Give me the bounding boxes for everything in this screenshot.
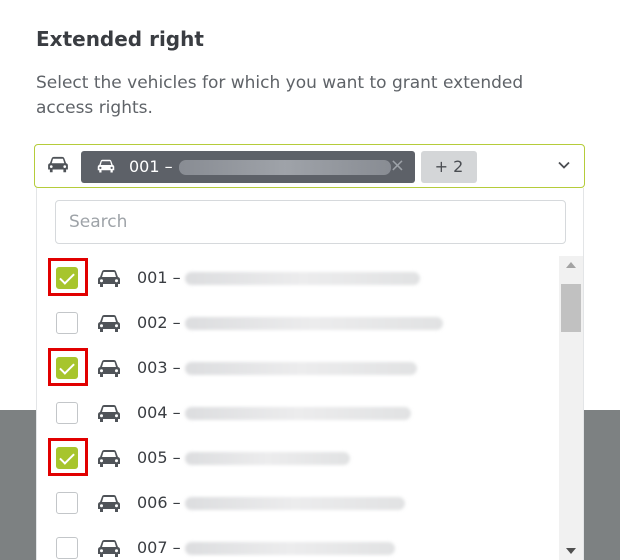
vehicle-label: 002 – xyxy=(137,313,181,332)
vehicle-select[interactable]: 001 – × + 2 xyxy=(34,144,585,188)
vehicle-label: 005 – xyxy=(137,448,181,467)
vehicle-label: 006 – xyxy=(137,493,181,512)
list-item[interactable]: 006 – xyxy=(37,481,557,526)
scrollbar-thumb[interactable] xyxy=(561,284,581,332)
car-icon xyxy=(97,404,121,428)
list-item[interactable]: 007 – xyxy=(37,526,557,560)
list-item[interactable]: 004 – xyxy=(37,391,557,436)
redacted-text xyxy=(185,452,350,465)
extended-right-panel: Extended right Select the vehicles for w… xyxy=(0,0,620,560)
redacted-text xyxy=(185,272,420,285)
redacted-text xyxy=(185,497,405,510)
car-icon xyxy=(97,539,121,560)
redacted-text xyxy=(185,317,443,330)
car-icon xyxy=(97,449,121,473)
vehicle-dropdown: 001 – 002 – 003 – 004 – xyxy=(36,188,584,560)
redacted-text xyxy=(185,542,395,555)
dialog-title: Extended right xyxy=(36,27,204,51)
checkbox[interactable] xyxy=(56,312,78,334)
car-icon xyxy=(97,314,121,338)
checkbox[interactable] xyxy=(56,492,78,514)
checkbox[interactable] xyxy=(56,357,78,379)
redacted-text xyxy=(185,362,417,375)
list-item[interactable]: 005 – xyxy=(37,436,557,481)
checkbox[interactable] xyxy=(56,537,78,559)
car-icon xyxy=(97,494,121,518)
checkbox[interactable] xyxy=(56,402,78,424)
list-item[interactable]: 001 – xyxy=(37,256,557,301)
car-icon xyxy=(47,156,69,178)
vehicle-label: 007 – xyxy=(137,538,181,557)
search-input[interactable] xyxy=(55,200,566,244)
list-item[interactable]: 003 – xyxy=(37,346,557,391)
scroll-up-arrow-icon[interactable] xyxy=(566,262,576,268)
scroll-down-arrow-icon[interactable] xyxy=(566,548,576,554)
vehicle-label: 001 – xyxy=(137,268,181,287)
dialog-description: Select the vehicles for which you want t… xyxy=(36,73,524,118)
car-icon xyxy=(97,359,121,383)
scrollbar[interactable] xyxy=(559,256,583,560)
vehicle-label: 003 – xyxy=(137,358,181,377)
redacted-text xyxy=(185,407,411,420)
chevron-down-icon[interactable] xyxy=(556,157,572,177)
checkbox[interactable] xyxy=(56,447,78,469)
selected-vehicle-chip[interactable]: 001 – × xyxy=(81,151,415,183)
redacted-text xyxy=(179,160,391,175)
vehicle-list: 001 – 002 – 003 – 004 – 005 – 006 – 007 … xyxy=(37,256,557,560)
checkbox[interactable] xyxy=(56,267,78,289)
list-item[interactable]: 002 – xyxy=(37,301,557,346)
more-selected-badge[interactable]: + 2 xyxy=(421,151,477,183)
close-icon[interactable]: × xyxy=(390,155,405,176)
car-icon xyxy=(97,269,121,293)
vehicle-label: 004 – xyxy=(137,403,181,422)
car-icon xyxy=(97,159,115,178)
chip-label: 001 – xyxy=(129,157,173,176)
